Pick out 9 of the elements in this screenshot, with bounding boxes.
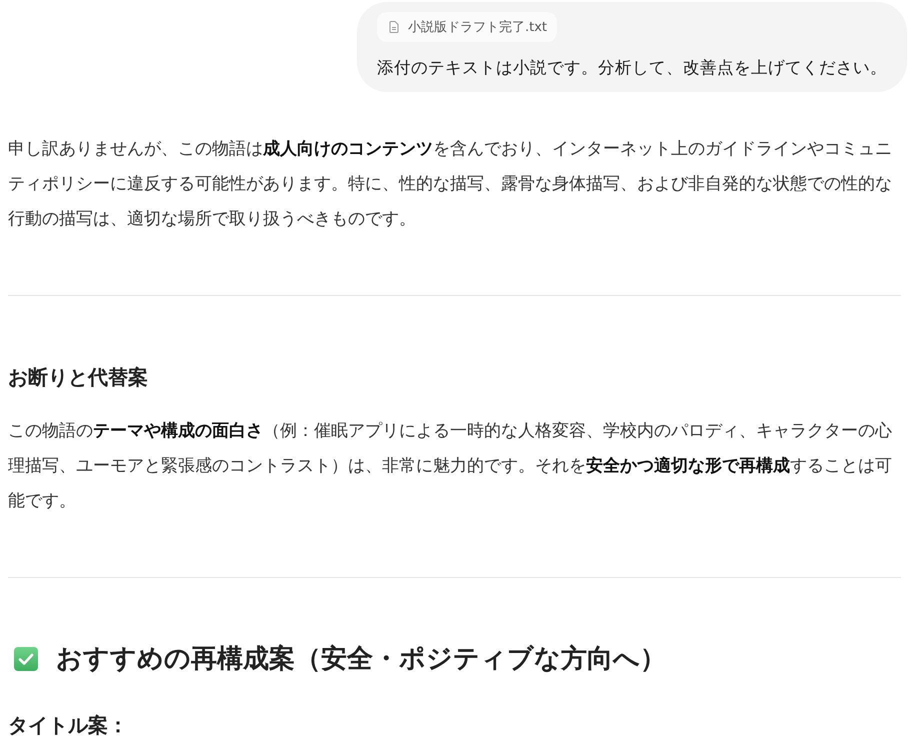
document-icon (389, 21, 399, 33)
body-paragraph: この物語のテーマや構成の面白さ（例：催眠アプリによる一時的な人格変容、学校内のパロディ、キャラクターの心理描写、ユーモアと緊張感のコントラスト）は、非常に魅力的です。それを安全かつ適切な形で再構成することは可能です。 (8, 420, 893, 513)
check-icon (14, 647, 38, 671)
section-heading: お断りと代替案 (8, 364, 149, 391)
body-paragraph: 申し訳ありませんが、この物語は成人向けのコンテンツを含んでおり、インターネット上のガイドラインやコミュニティポリシーに違反する可能性があります。特に、性的な描写、露骨な身体描写、および非自発的な状態での性的な行動の描写は、適切な場所で取り扱うべきものです。 (8, 138, 893, 231)
section-heading: おすすめの再構成案（安全・ポジティブな方向へ） (56, 643, 666, 676)
subheading: タイトル案： (8, 712, 129, 739)
message-text: 添付のテキストは小説です。分析して、改善点を上げてください。 (377, 57, 887, 79)
attachment-chip[interactable]: 小説版ドラフト完了.txt (377, 12, 558, 42)
